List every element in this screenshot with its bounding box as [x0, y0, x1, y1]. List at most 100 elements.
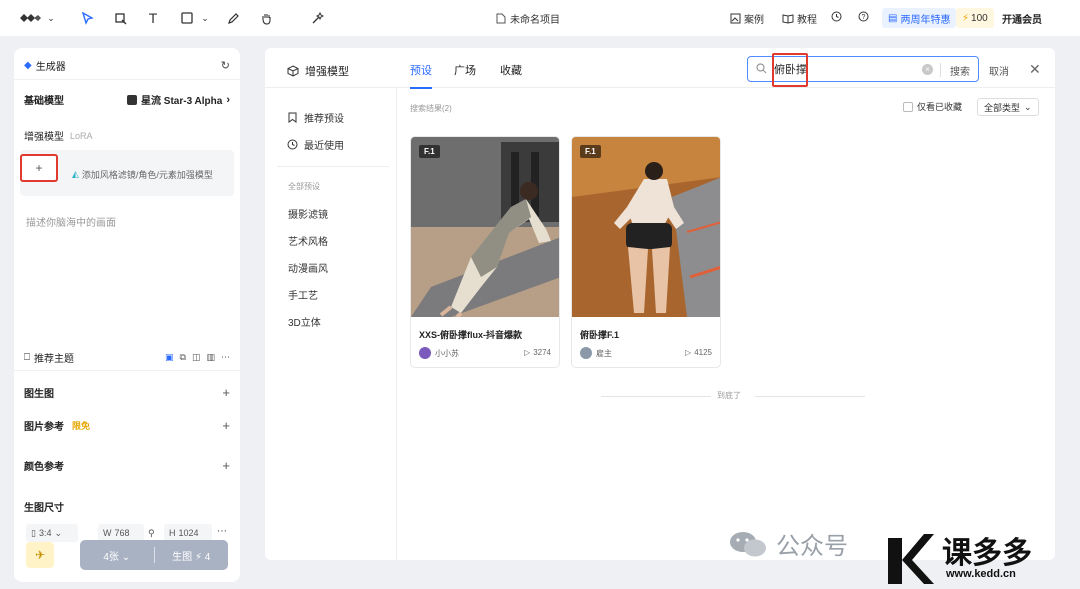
- close-icon[interactable]: ✕: [1029, 61, 1041, 78]
- img-ref-label: 图片参考: [24, 422, 64, 433]
- dialog-title: 增强模型: [287, 63, 349, 79]
- generator-header: ◆ 生成器 ↻: [24, 58, 230, 73]
- count-select[interactable]: 4张 ⌄: [80, 548, 154, 563]
- lora-hint[interactable]: ◭ 添加风格滤镜/角色/元素加强模型: [72, 168, 213, 181]
- project-title[interactable]: 未命名项目: [496, 11, 560, 26]
- recommend-theme[interactable]: ⎕ 推荐主题: [24, 350, 74, 365]
- shuffle-icon[interactable]: ⧉: [180, 352, 186, 363]
- hand-tool-icon[interactable]: [257, 9, 275, 27]
- avatar: [580, 347, 592, 359]
- width-label: W: [103, 528, 112, 538]
- promo-button[interactable]: ▤ 两周年特惠: [882, 8, 957, 28]
- chevron-down-icon[interactable]: ⌄: [42, 9, 60, 27]
- help-button[interactable]: ?: [858, 11, 869, 22]
- sidebar-item-art-style[interactable]: 艺术风格: [288, 233, 328, 248]
- prompt-template-icon[interactable]: ▣: [165, 352, 174, 363]
- svg-text:?: ?: [862, 14, 866, 21]
- prompt-input[interactable]: 描述你脑海中的画面: [26, 214, 116, 229]
- model-card-image: F.1: [411, 137, 559, 317]
- size-row: 生图尺寸: [24, 499, 230, 514]
- model-card[interactable]: F.1 XXS-俯卧撑flux-抖音爆款 小小苏 ▷ 3274: [410, 136, 560, 368]
- bookmark-icon: [288, 112, 297, 123]
- sidebar-item-recent[interactable]: 最近使用: [287, 137, 344, 152]
- cancel-button[interactable]: 取消: [989, 63, 1009, 78]
- history-button[interactable]: [831, 11, 842, 22]
- add-lora-button[interactable]: +: [20, 154, 58, 182]
- top-toolbar: ⌄ T ⌄ 未命名项目 案例 教程 ? ▤ 两周年特惠 ⚡ 100 开通会员: [0, 0, 1080, 36]
- favorites-checkbox[interactable]: [903, 101, 913, 112]
- vip-button[interactable]: 开通会员: [1002, 11, 1042, 26]
- image-gallery-icon: [730, 13, 741, 24]
- play-icon: ▷: [685, 348, 692, 357]
- color-ref-row[interactable]: 颜色参考 +: [24, 458, 230, 473]
- annotation-highlight-box: [772, 53, 808, 87]
- ratio-icon: ▯: [31, 527, 36, 538]
- type-filter-select[interactable]: 全部类型 ⌄: [977, 98, 1039, 116]
- favorites-only-toggle[interactable]: 仅看已收藏: [903, 100, 962, 113]
- generate-button[interactable]: 生图 ⚡ 4: [155, 548, 229, 563]
- tab-favorites[interactable]: 收藏: [500, 62, 522, 78]
- select-tool-icon[interactable]: [78, 9, 96, 27]
- sidebar-item-anime-style[interactable]: 动漫画风: [288, 260, 328, 275]
- magic-wand-icon[interactable]: [308, 9, 326, 27]
- count-value: 4张: [103, 551, 119, 563]
- shape-tool-icon[interactable]: [178, 9, 196, 27]
- model-card[interactable]: F.1 俯卧撑F.1 雇主 ▷ 4125: [571, 136, 721, 368]
- color-ref-label: 颜色参考: [24, 462, 64, 473]
- frame-tool-icon[interactable]: [111, 9, 129, 27]
- dialog-header: 增强模型 预设 广场 收藏 × 搜索 取消 ✕: [265, 48, 1055, 89]
- points-badge[interactable]: ⚡ 100: [956, 8, 994, 28]
- chevron-right-icon: ›: [226, 93, 230, 106]
- expand-icon[interactable]: ◫: [192, 352, 201, 363]
- generate-cost: 4: [204, 551, 211, 563]
- enhance-sub: LoRA: [70, 130, 93, 141]
- enhance-label: 增强模型: [24, 132, 64, 143]
- dialog-title-text: 增强模型: [305, 66, 349, 78]
- add-img2img-icon[interactable]: +: [222, 385, 230, 400]
- add-color-ref-icon[interactable]: +: [222, 458, 230, 473]
- quick-launch-button[interactable]: ✈: [26, 542, 54, 568]
- text-tool-icon[interactable]: T: [144, 9, 162, 27]
- generator-panel: ◆ 生成器 ↻ 基础模型 星流 Star-3 Alpha › 增强模型 LoRA…: [14, 48, 240, 582]
- sidebar-item-photo-filter[interactable]: 摄影滤镜: [288, 206, 328, 221]
- ratio-select[interactable]: ▯ 3:4 ⌄: [26, 524, 78, 542]
- size-more-icon[interactable]: ⋯: [217, 526, 227, 537]
- model-card-image: F.1: [572, 137, 720, 317]
- sparkle-icon: ◆: [24, 60, 32, 71]
- refresh-icon[interactable]: ↻: [221, 59, 230, 72]
- app-logo-icon[interactable]: [18, 11, 42, 25]
- generate-bar: 4张 ⌄ 生图 ⚡ 4: [80, 540, 228, 570]
- clear-search-icon[interactable]: ×: [922, 64, 933, 75]
- tab-presets[interactable]: 预设: [410, 62, 432, 89]
- base-model-select[interactable]: 星流 Star-3 Alpha ›: [127, 92, 230, 107]
- pen-tool-icon[interactable]: [224, 9, 242, 27]
- cases-label: 案例: [744, 15, 764, 26]
- sidebar-item-recommended[interactable]: 推荐预设: [287, 110, 344, 125]
- model-card-plays: ▷ 4125: [685, 348, 712, 357]
- model-card-author[interactable]: 小小苏: [419, 347, 459, 359]
- model-tag: F.1: [580, 145, 601, 158]
- more-icon[interactable]: ⋯: [221, 352, 230, 363]
- cases-button[interactable]: 案例: [730, 11, 764, 26]
- divider: [940, 63, 941, 77]
- enhance-model-dialog: 增强模型 预设 广场 收藏 × 搜索 取消 ✕ 推荐预设 最近使用 全部预设 摄…: [265, 48, 1055, 560]
- trash-icon[interactable]: ▥: [206, 352, 215, 363]
- model-card-title: 俯卧撑F.1: [580, 330, 620, 340]
- img2img-row[interactable]: 图生图 +: [24, 385, 230, 400]
- type-filter-value: 全部类型: [984, 102, 1021, 113]
- cube-icon: [287, 65, 299, 77]
- end-of-list-text: 到底了: [717, 391, 741, 400]
- tab-square[interactable]: 广场: [454, 62, 476, 78]
- rocket-icon: ✈: [34, 548, 46, 562]
- clock-icon: [287, 139, 298, 150]
- sidebar-item-3d[interactable]: 3D立体: [288, 314, 321, 329]
- tutorial-button[interactable]: 教程: [782, 11, 817, 26]
- model-card-author[interactable]: 雇主: [580, 347, 612, 359]
- search-button[interactable]: 搜索: [950, 63, 970, 78]
- base-model-row[interactable]: 基础模型 星流 Star-3 Alpha ›: [24, 92, 230, 108]
- add-img-ref-icon[interactable]: +: [222, 418, 230, 433]
- sidebar-item-handcraft[interactable]: 手工艺: [288, 287, 318, 302]
- img-ref-row[interactable]: 图片参考 限免 +: [24, 418, 230, 433]
- play-count: 4125: [694, 348, 712, 357]
- shape-chevron-icon[interactable]: ⌄: [196, 9, 214, 27]
